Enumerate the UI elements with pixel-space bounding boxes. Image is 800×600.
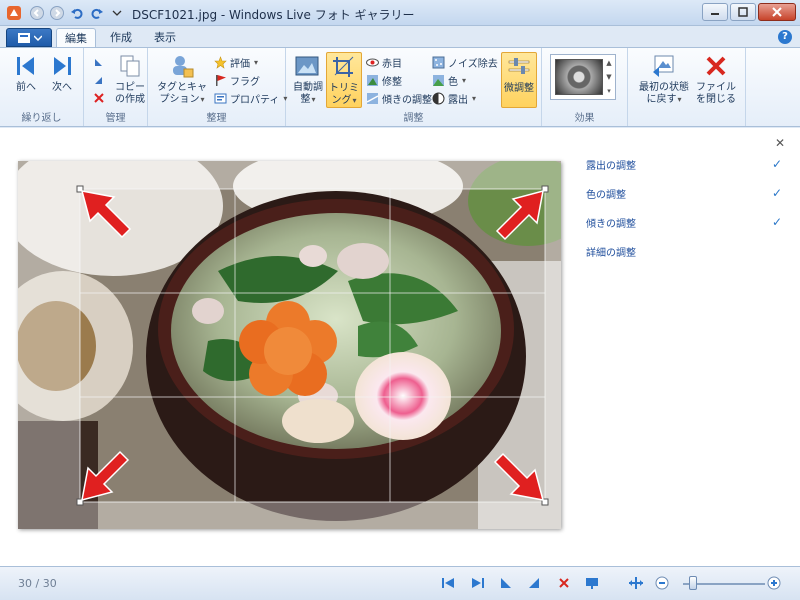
properties-button[interactable]: プロパティ (214, 90, 287, 106)
close-icon (702, 52, 730, 80)
redo-icon[interactable] (88, 4, 106, 22)
rotate-left-button[interactable] (92, 54, 105, 70)
flag-icon (214, 74, 227, 87)
group-adjust: 自動調整 トリミング 赤目 修整 傾きの調整 ノイズ除去 色 露出 (286, 48, 542, 126)
prev-icon (12, 52, 40, 80)
photo-canvas[interactable] (18, 161, 561, 529)
group-file: 最初の状態に戻す ファイルを閉じる (628, 48, 746, 126)
retouch-icon (366, 74, 379, 87)
prev-button[interactable]: 前へ (8, 52, 44, 94)
minimize-button[interactable] (702, 3, 728, 21)
effects-gallery-scroll-down[interactable]: ▼ (604, 71, 614, 83)
tag-icon (168, 52, 196, 80)
auto-adjust-button[interactable]: 自動調整 (290, 52, 326, 106)
next-photo-icon[interactable] (470, 575, 486, 591)
revert-button[interactable]: 最初の状態に戻す (636, 52, 692, 106)
star-icon (214, 55, 227, 69)
slideshow-icon[interactable] (584, 575, 600, 591)
straighten-button[interactable]: 傾きの調整 (366, 90, 432, 106)
help-icon[interactable]: ? (778, 30, 792, 44)
effects-gallery[interactable]: ▲ ▼ ▾ (550, 54, 616, 100)
color-icon (432, 74, 445, 87)
noise-reduction-button[interactable]: ノイズ除去 (432, 54, 498, 70)
straighten-icon (366, 92, 379, 105)
delete-icon[interactable] (556, 575, 572, 591)
tab-edit[interactable]: 編集 (56, 28, 96, 48)
checkmark-icon: ✓ (771, 215, 782, 229)
close-window-button[interactable] (758, 3, 796, 21)
panel-item-exposure[interactable]: 露出の調整 ✓ (586, 157, 782, 175)
group-organize: タグとキャプション 評価 フラグ プロパティ 整理 (148, 48, 286, 126)
noise-icon (432, 56, 445, 69)
first-photo-icon[interactable] (440, 575, 456, 591)
exposure-icon (432, 92, 445, 105)
rotate-right-button[interactable] (92, 72, 105, 88)
tag-caption-button[interactable]: タグとキャプション (154, 52, 210, 106)
title-bar: DSCF1021.jpg - Windows Live フォト ギャラリー (0, 0, 800, 26)
group-browse: 前へ 次へ 繰り返し (0, 48, 84, 126)
checkmark-icon: ✓ (771, 157, 782, 171)
rotate-right-icon[interactable] (526, 575, 542, 591)
group-manage: コピーの作成 管理 (84, 48, 148, 126)
forward-icon[interactable] (48, 4, 66, 22)
checkmark-icon: ✓ (771, 186, 782, 200)
fine-tune-panel: ✕ 露出の調整 ✓ 色の調整 ✓ 傾きの調整 ✓ 詳細の調整 (574, 128, 800, 566)
effects-gallery-more[interactable]: ▾ (604, 85, 614, 97)
panel-item-color[interactable]: 色の調整 ✓ (586, 186, 782, 204)
ribbon: 前へ 次へ 繰り返し コピーの作成 管理 タグとキャプション ▾ 評価 ▾ フラ… (0, 47, 800, 127)
copy-icon (116, 52, 144, 80)
back-icon[interactable] (28, 4, 46, 22)
undo-icon[interactable] (68, 4, 86, 22)
eye-icon (366, 56, 379, 69)
photo-counter: 30 / 30 (18, 577, 57, 590)
redeye-button[interactable]: 赤目 (366, 54, 402, 70)
copy-button[interactable]: コピーの作成 (112, 52, 148, 106)
delete-button[interactable] (92, 90, 105, 106)
app-icon[interactable] (6, 5, 22, 21)
window-title: DSCF1021.jpg - Windows Live フォト ギャラリー (132, 8, 415, 22)
file-menu-button[interactable] (6, 28, 52, 47)
panel-item-straighten[interactable]: 傾きの調整 ✓ (586, 215, 782, 233)
panel-close-icon[interactable]: ✕ (775, 136, 785, 150)
close-file-button[interactable]: ファイルを閉じる (696, 52, 736, 106)
next-icon (48, 52, 76, 80)
group-effects: ▲ ▼ ▾ 効果 (542, 48, 628, 126)
fine-tune-button[interactable]: 微調整 (501, 52, 537, 108)
effects-gallery-scroll-up[interactable]: ▲ (604, 57, 614, 69)
rotate-left-icon (92, 56, 105, 69)
retouch-button[interactable]: 修整 (366, 72, 402, 88)
next-button[interactable]: 次へ (44, 52, 80, 94)
rotate-left-icon[interactable] (498, 575, 514, 591)
ribbon-tabs: 編集 作成 表示 ? (0, 26, 800, 48)
tab-create[interactable]: 作成 (102, 28, 140, 48)
auto-adjust-icon (294, 52, 322, 80)
actual-size-icon[interactable] (628, 575, 644, 591)
tab-view[interactable]: 表示 (146, 28, 184, 48)
effects-thumbnail[interactable] (555, 59, 603, 95)
main-content: ✕ 露出の調整 ✓ 色の調整 ✓ 傾きの調整 ✓ 詳細の調整 (0, 128, 800, 566)
quick-access-toolbar (28, 4, 126, 22)
qat-dropdown-icon[interactable] (108, 4, 126, 22)
zoom-slider-thumb[interactable] (688, 576, 697, 590)
crop-icon (330, 53, 358, 81)
zoom-in-icon[interactable] (766, 575, 782, 591)
rating-button[interactable]: 評価 (214, 54, 258, 70)
photo-image (18, 161, 561, 529)
delete-icon (92, 92, 105, 105)
panel-item-detail[interactable]: 詳細の調整 (586, 244, 782, 262)
status-bar: 30 / 30 (0, 566, 800, 600)
fine-tune-icon (505, 53, 533, 81)
flag-button[interactable]: フラグ (214, 72, 260, 88)
exposure-button[interactable]: 露出 (432, 90, 476, 106)
zoom-out-icon[interactable] (654, 575, 670, 591)
properties-icon (214, 92, 227, 105)
color-button[interactable]: 色 (432, 72, 466, 88)
rotate-right-icon (92, 74, 105, 87)
maximize-button[interactable] (730, 3, 756, 21)
revert-icon (650, 52, 678, 80)
crop-button[interactable]: トリミング (326, 52, 362, 108)
